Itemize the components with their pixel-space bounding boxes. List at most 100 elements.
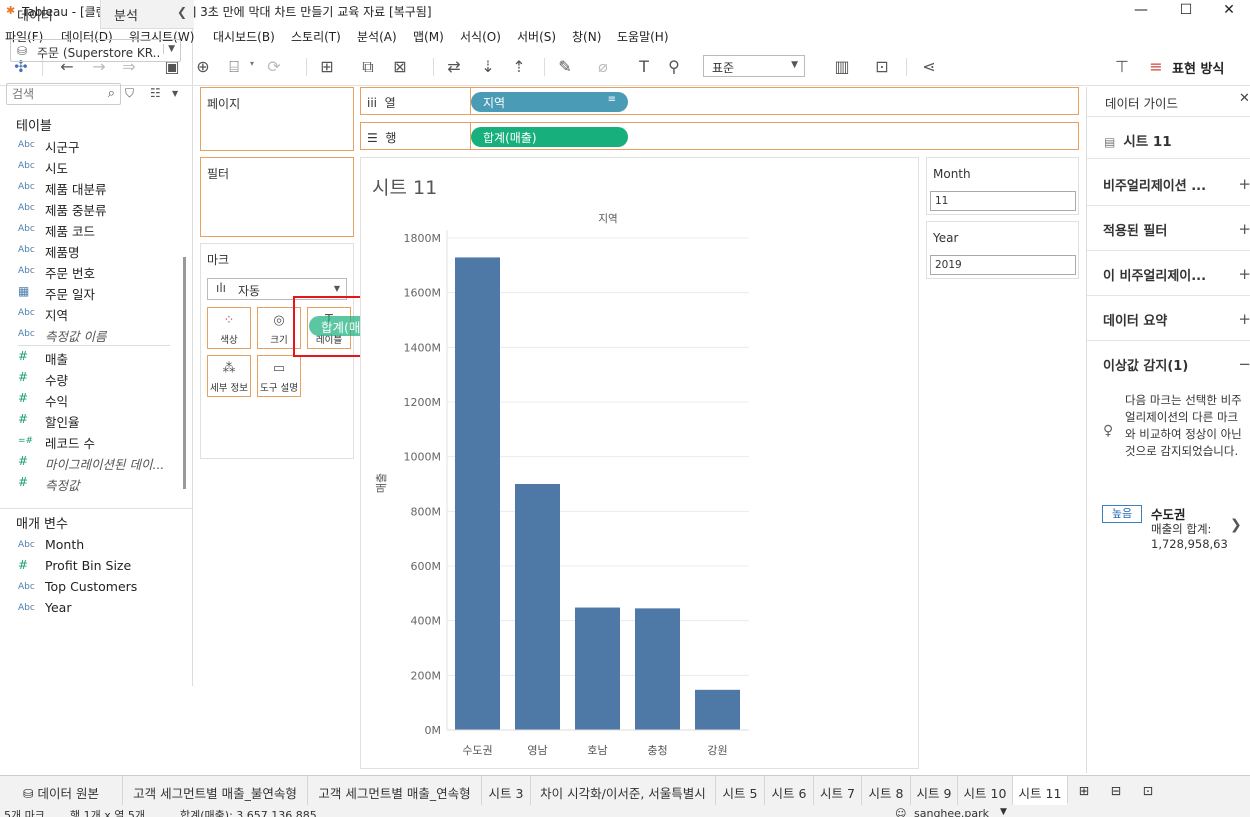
section-this-visualization[interactable]: 이 비주얼리제이... + (1103, 265, 1250, 284)
chevron-down-icon[interactable]: ▼ (172, 89, 178, 98)
filter-icon[interactable]: ⛉ (125, 86, 134, 101)
detail-button[interactable]: ⁂ 세부 정보 (207, 355, 251, 397)
pages-shelf[interactable]: 페이지 (200, 87, 354, 151)
sheet-tab[interactable]: 고객 세그먼트별 매출_불연속형 (123, 776, 308, 805)
minimize-button[interactable]: — (1118, 0, 1164, 22)
rows-pill[interactable]: 합계(매출) (471, 127, 628, 147)
columns-pill[interactable]: 지역 ≡ (471, 92, 628, 112)
field-item[interactable]: Abc 시군구 (18, 137, 178, 155)
columns-shelf[interactable]: iii 열 지역 ≡ (360, 87, 1079, 115)
field-item[interactable]: # 마이그레이션된 데이... (18, 454, 178, 472)
sheet-tab[interactable]: 시트 9 (911, 776, 958, 805)
expand-icon[interactable]: + (1238, 175, 1250, 193)
field-item[interactable]: # 수익 (18, 391, 178, 409)
expand-icon[interactable]: + (1238, 265, 1250, 283)
sort-ascending-icon[interactable]: ⇣ (478, 57, 498, 77)
section-applied-filters[interactable]: 적용된 필터 + (1103, 220, 1250, 239)
tab-datasource[interactable]: ⛁ 데이터 원본 (0, 776, 123, 805)
duplicate-sheet-icon[interactable]: ⧉ (358, 57, 378, 77)
group-members-icon[interactable]: ⌀ (593, 57, 613, 77)
new-worksheet-icon[interactable]: ⊞ (317, 57, 337, 77)
chevron-down-icon[interactable]: ▾ (250, 59, 254, 68)
section-visualization[interactable]: 비주얼리제이션 ... + (1103, 175, 1250, 194)
section-data-summary[interactable]: 데이터 요약 + (1103, 310, 1250, 329)
year-input[interactable]: 2019 (930, 255, 1076, 275)
field-item[interactable]: Abc 시도 (18, 158, 178, 176)
field-item[interactable]: Abc 제품명 (18, 242, 178, 260)
datasource-select[interactable]: ⛁ 주문 (Superstore KR... ▼ (10, 39, 181, 62)
chevron-right-icon[interactable]: ❯ (1230, 517, 1242, 533)
refresh-icon[interactable]: ⟳ (264, 57, 284, 77)
expand-icon[interactable]: + (1238, 310, 1250, 328)
filters-shelf[interactable]: 필터 (200, 157, 354, 237)
menu-window[interactable]: 창(N) (572, 28, 601, 45)
format-painter-icon[interactable]: ⊤ (1112, 57, 1132, 77)
datasource-icon[interactable]: ⌸ (224, 57, 244, 77)
collapse-pane-icon[interactable]: ❮ (177, 5, 187, 19)
tab-data[interactable]: 데이터 (17, 5, 53, 24)
field-item[interactable]: =# 레코드 수 (18, 433, 178, 451)
sheet-tab[interactable]: 시트 10 (958, 776, 1013, 805)
sheet-tab[interactable]: 시트 8 (862, 776, 911, 805)
chevron-down-icon[interactable]: ▼ (1000, 807, 1007, 817)
field-item[interactable]: Abc 주문 번호 (18, 263, 178, 281)
search-field[interactable]: ⌕ (6, 83, 121, 105)
section-outlier-detection[interactable]: 이상값 감지(1) − (1103, 355, 1250, 374)
menu-story[interactable]: 스토리(T) (291, 28, 341, 45)
menu-analysis[interactable]: 분석(A) (357, 28, 397, 45)
sheet-tab[interactable]: 시트 6 (765, 776, 814, 805)
tooltip-button[interactable]: ▭ 도구 설명 (257, 355, 301, 397)
rows-shelf[interactable]: ☰ 행 합계(매출) (360, 122, 1079, 150)
close-window-button[interactable]: ✕ (1206, 0, 1250, 22)
menu-dashboard[interactable]: 대시보드(B) (213, 28, 275, 45)
field-item[interactable]: ▦ 주문 일자 (18, 284, 178, 302)
menu-help[interactable]: 도움말(H) (617, 28, 669, 45)
share-icon[interactable]: ⋖ (919, 57, 939, 77)
menu-format[interactable]: 서식(O) (460, 28, 501, 45)
parameter-item[interactable]: # Profit Bin Size (18, 558, 178, 576)
highlight-icon[interactable]: ✎ (555, 57, 575, 77)
search-input[interactable] (12, 87, 100, 101)
presentation-mode-icon[interactable]: ⊡ (872, 57, 892, 77)
menu-server[interactable]: 서버(S) (517, 28, 556, 45)
field-item[interactable]: Abc 제품 대분류 (18, 179, 178, 197)
parameter-item[interactable]: Abc Month (18, 537, 178, 555)
sheet-tab[interactable]: 시트 7 (814, 776, 862, 805)
show-me-button[interactable]: 표현 방식 (1172, 58, 1224, 77)
scrollbar[interactable] (183, 257, 186, 489)
view-list-icon[interactable]: ☷ (150, 86, 161, 100)
sheet-tab[interactable]: 고객 세그먼트별 매출_연속형 (308, 776, 482, 805)
clear-sheet-icon[interactable]: ⊠ (390, 57, 410, 77)
field-item[interactable]: Abc 제품 코드 (18, 221, 178, 239)
sort-descending-icon[interactable]: ⇡ (509, 57, 529, 77)
parameter-item[interactable]: Abc Year (18, 600, 178, 618)
field-item[interactable]: Abc 제품 중분류 (18, 200, 178, 218)
show-me-icon[interactable]: ≡ (1146, 57, 1166, 77)
sheet-tab[interactable]: 시트 3 (482, 776, 531, 805)
swap-rows-columns-icon[interactable]: ⇄ (444, 57, 464, 77)
month-input[interactable]: 11 (930, 191, 1076, 211)
color-button[interactable]: ⁘ 색상 (207, 307, 251, 349)
show-cards-icon[interactable]: ▥ (832, 57, 852, 77)
new-worksheet-button[interactable]: ⊞ (1068, 776, 1100, 805)
new-story-button[interactable]: ⊡ (1132, 776, 1164, 805)
field-item[interactable]: Abc 지역 (18, 305, 178, 323)
expand-icon[interactable]: + (1238, 220, 1250, 238)
field-item[interactable]: # 할인율 (18, 412, 178, 430)
field-item[interactable]: # 측정값 (18, 475, 178, 493)
field-item[interactable]: # 수량 (18, 370, 178, 388)
fix-axes-icon[interactable]: ⚲ (664, 57, 684, 77)
maximize-button[interactable]: ☐ (1163, 0, 1209, 22)
field-item[interactable]: # 매출 (18, 349, 178, 367)
sheet-tab-active[interactable]: 시트 11 (1013, 776, 1068, 805)
new-dashboard-button[interactable]: ⊟ (1100, 776, 1132, 805)
sheet-tab[interactable]: 차이 시각화/이서준, 서울특별시 (531, 776, 716, 805)
status-user[interactable]: sanghee.park (914, 807, 989, 817)
collapse-icon[interactable]: − (1238, 355, 1250, 373)
tab-analysis[interactable]: 분석 (114, 5, 138, 24)
field-item[interactable]: Abc 측정값 이름 (18, 326, 178, 344)
sheet-tab[interactable]: 시트 5 (716, 776, 765, 805)
fit-dropdown[interactable]: 표준 ▼ (703, 55, 805, 77)
new-datasource-icon[interactable]: ⊕ (193, 57, 213, 77)
menu-map[interactable]: 맵(M) (413, 28, 444, 45)
